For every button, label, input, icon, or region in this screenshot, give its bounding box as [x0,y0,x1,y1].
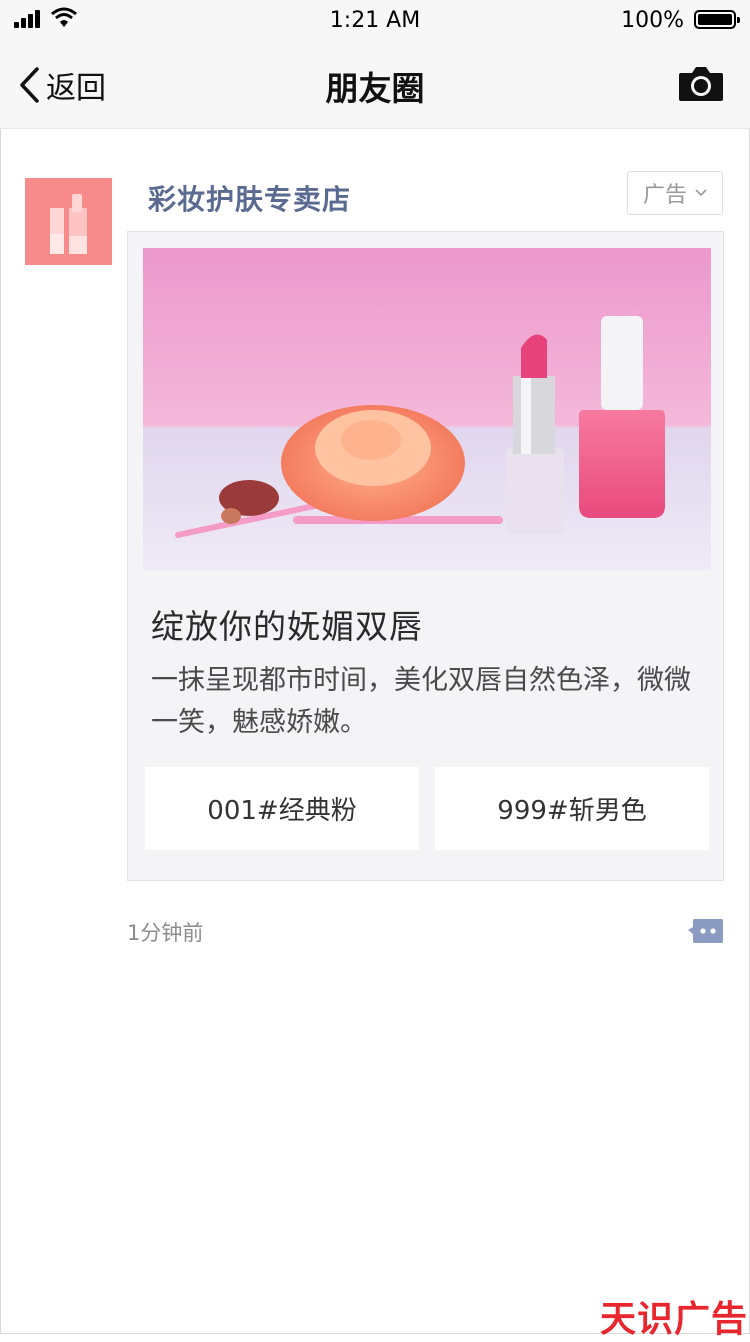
avatar[interactable] [25,178,112,265]
watermark-logo: 天识广告 [599,1299,748,1340]
chevron-down-icon [695,189,707,197]
ad-description: 一抹呈现都市时间，美化双唇自然色泽，微微一笑，魅感娇嫩。 [151,665,691,738]
option-button-001[interactable]: 001#经典粉 [145,767,419,850]
ad-card[interactable]: 绽放你的妩媚双唇 一抹呈现都市时间，美化双唇自然色泽，微微一笑，魅感娇嫩。 00… [127,231,724,881]
back-button[interactable]: 返回 [18,62,106,108]
ad-title: 绽放你的妩媚双唇 [151,607,423,646]
back-chevron-icon [20,67,39,103]
camera-icon[interactable] [678,64,724,102]
back-label: 返回 [46,71,106,106]
battery-percent: 100% [621,8,684,33]
post-author[interactable]: 彩妆护肤专卖店 [148,178,351,218]
lipstick-icon [50,194,87,254]
product-image[interactable] [143,248,711,570]
battery-icon [694,10,740,29]
page-title: 朋友圈 [325,69,425,108]
comment-icon[interactable] [687,917,725,945]
nav-bar: 返回 朋友圈 [0,42,750,129]
post-time: 1分钟前 [127,921,204,945]
option-button-999[interactable]: 999#斩男色 [435,767,709,850]
ad-label: 广告 [642,183,687,208]
status-bar: 1:21 AM 100% [0,0,750,42]
ad-label-dropdown[interactable]: 广告 [627,171,723,215]
